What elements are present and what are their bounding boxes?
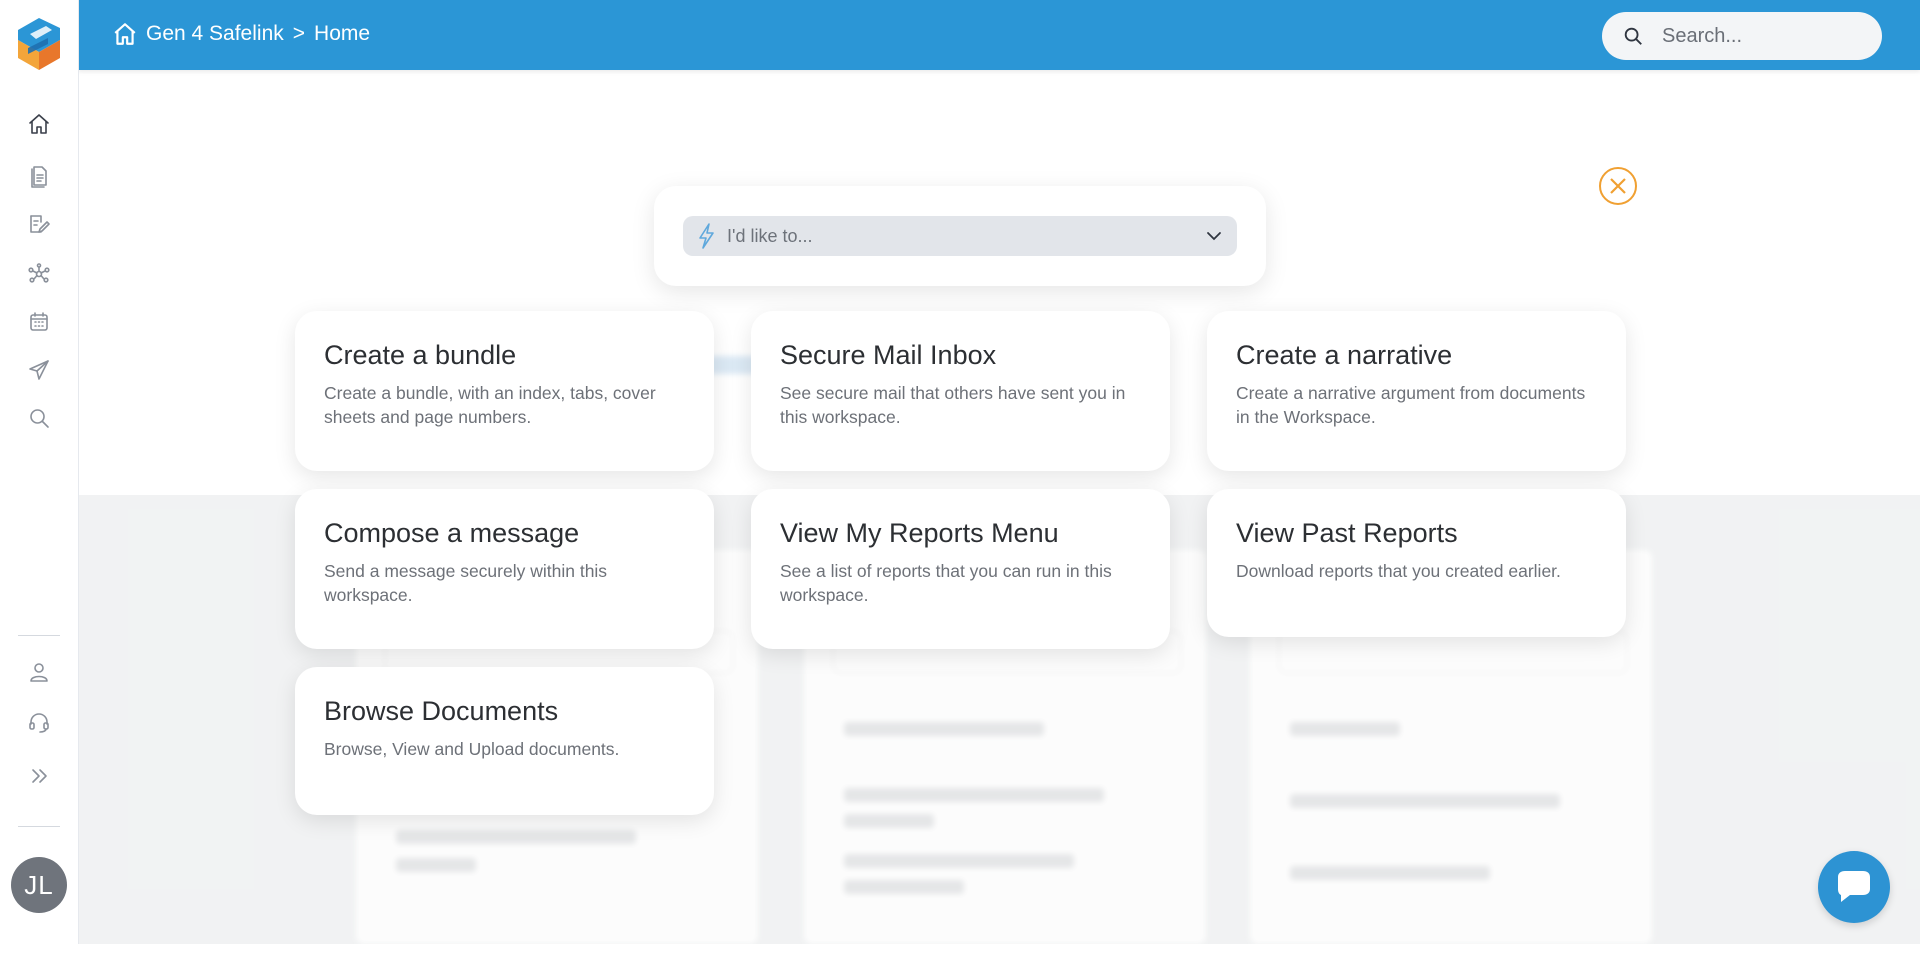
card-title: Create a bundle xyxy=(324,340,517,370)
card-description: Send a message securely within this work… xyxy=(324,561,608,605)
top-header: Gen 4 Safelink > Home xyxy=(78,0,1920,70)
search-icon xyxy=(1624,27,1642,45)
card-compose-message[interactable]: Compose a message Send a message securel… xyxy=(295,489,714,649)
card-secure-mail-inbox[interactable]: Secure Mail Inbox See secure mail that o… xyxy=(751,311,1170,471)
card-title: Secure Mail Inbox xyxy=(780,340,997,370)
double-chevron-right-icon[interactable] xyxy=(25,762,53,790)
lightning-icon xyxy=(699,223,714,249)
card-description: Create a narrative argument from documen… xyxy=(1236,383,1586,427)
app-logo[interactable] xyxy=(8,12,70,78)
sidebar-divider xyxy=(18,826,60,827)
card-browse-documents[interactable]: Browse Documents Browse, View and Upload… xyxy=(295,667,714,815)
chat-button[interactable] xyxy=(1818,851,1890,923)
card-title: View My Reports Menu xyxy=(780,518,1059,548)
card-description: Browse, View and Upload documents. xyxy=(324,739,620,759)
send-icon[interactable] xyxy=(25,356,53,384)
close-icon xyxy=(1610,178,1626,194)
search-input[interactable] xyxy=(1660,23,1864,49)
close-button[interactable] xyxy=(1599,167,1637,205)
user-icon[interactable] xyxy=(25,658,53,686)
sidebar: JL xyxy=(0,0,79,944)
card-title: Compose a message xyxy=(324,518,580,548)
card-view-past-reports[interactable]: View Past Reports Download reports that … xyxy=(1207,489,1626,637)
action-dropdown[interactable]: I'd like to... xyxy=(683,216,1237,256)
card-create-narrative[interactable]: Create a narrative Create a narrative ar… xyxy=(1207,311,1626,471)
card-view-my-reports-menu[interactable]: View My Reports Menu See a list of repor… xyxy=(751,489,1170,649)
card-description: Create a bundle, with an index, tabs, co… xyxy=(324,383,656,427)
headset-icon[interactable] xyxy=(25,708,53,736)
avatar[interactable]: JL xyxy=(11,857,67,913)
card-title: Create a narrative xyxy=(1236,340,1453,370)
chat-icon xyxy=(1838,871,1870,902)
home-icon[interactable] xyxy=(112,21,138,47)
card-create-bundle[interactable]: Create a bundle Create a bundle, with an… xyxy=(295,311,714,471)
card-description: See secure mail that others have sent yo… xyxy=(780,383,1126,427)
sidebar-divider xyxy=(18,635,60,636)
network-icon[interactable] xyxy=(25,260,53,288)
calendar-icon[interactable] xyxy=(25,308,53,336)
card-description: Download reports that you created earlie… xyxy=(1236,561,1561,581)
breadcrumb-separator: > xyxy=(292,22,306,45)
card-description: See a list of reports that you can run i… xyxy=(780,561,1112,605)
card-title: View Past Reports xyxy=(1236,518,1458,548)
search-icon[interactable] xyxy=(25,404,53,432)
search-box[interactable] xyxy=(1602,12,1882,60)
home-icon[interactable] xyxy=(25,110,53,138)
card-title: Browse Documents xyxy=(324,696,559,726)
breadcrumb-item-home: Home xyxy=(314,22,371,45)
chevron-down-icon xyxy=(1207,232,1221,241)
document-icon[interactable] xyxy=(25,162,53,190)
edit-document-icon[interactable] xyxy=(25,210,53,238)
breadcrumb-item-workspace[interactable]: Gen 4 Safelink xyxy=(146,22,284,46)
breadcrumb: Gen 4 Safelink > Home xyxy=(112,0,370,68)
action-picker: I'd like to... xyxy=(654,186,1266,286)
action-dropdown-placeholder: I'd like to... xyxy=(727,225,813,246)
page-bottom-margin xyxy=(0,944,1920,980)
